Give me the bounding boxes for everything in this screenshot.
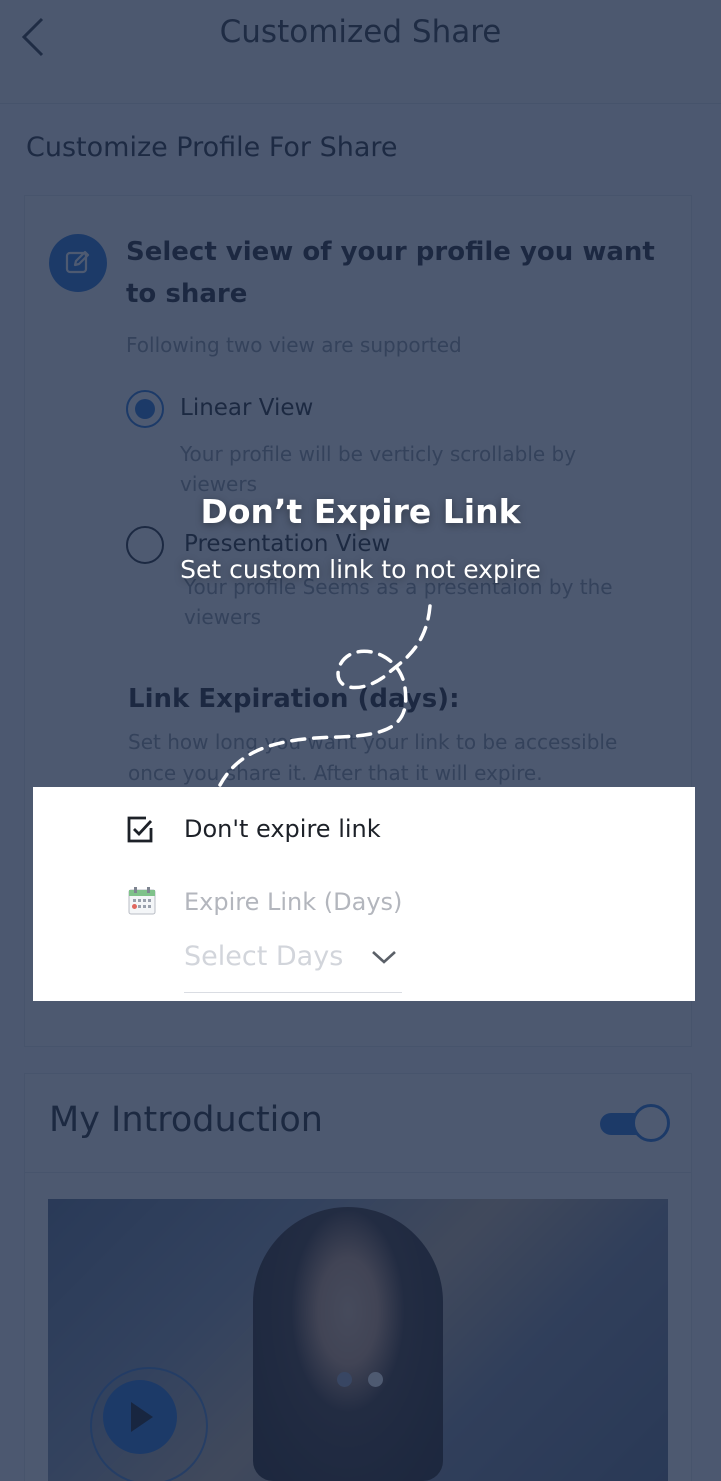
calendar-icon xyxy=(127,885,157,917)
expire-options-panel: Don't expire link Expire Link (Days) Sel… xyxy=(33,787,695,1001)
checkbox-checked-icon[interactable] xyxy=(124,814,156,846)
card-heading: Select view of your profile you want to … xyxy=(126,237,655,309)
linear-view-radio[interactable] xyxy=(126,390,164,428)
page-title: Customized Share xyxy=(219,14,502,50)
divider xyxy=(25,1172,691,1173)
card-subtitle: Following two view are supported xyxy=(126,333,462,357)
link-expiration-description: Set how long you want your link to be ac… xyxy=(128,730,618,785)
edit-icon xyxy=(49,234,107,292)
section-title: Customize Profile For Share xyxy=(26,132,398,163)
introduction-title: My Introduction xyxy=(49,1100,323,1140)
carousel-dot-1[interactable] xyxy=(337,1372,352,1387)
select-days-dropdown[interactable]: Select Days xyxy=(184,935,402,993)
linear-view-label: Linear View xyxy=(180,395,314,421)
play-icon[interactable] xyxy=(103,1380,177,1454)
video-thumbnail xyxy=(253,1207,443,1481)
carousel-dot-2[interactable] xyxy=(368,1372,383,1387)
introduction-video[interactable] xyxy=(48,1199,668,1481)
select-days-placeholder: Select Days xyxy=(184,941,344,972)
link-expiration-title: Link Expiration (days): xyxy=(128,684,460,714)
linear-view-description: Your profile will be verticly scrollable… xyxy=(180,442,577,496)
app-header: Customized Share xyxy=(0,0,721,104)
tooltip-title: Don’t Expire Link xyxy=(200,492,521,531)
presentation-view-label: Presentation View xyxy=(184,531,391,557)
expire-link-days-label: Expire Link (Days) xyxy=(184,888,403,916)
introduction-toggle[interactable] xyxy=(600,1104,670,1144)
tooltip-subtitle: Set custom link to not expire xyxy=(180,555,541,584)
chevron-down-icon xyxy=(370,947,398,967)
dont-expire-label[interactable]: Don't expire link xyxy=(184,815,381,843)
